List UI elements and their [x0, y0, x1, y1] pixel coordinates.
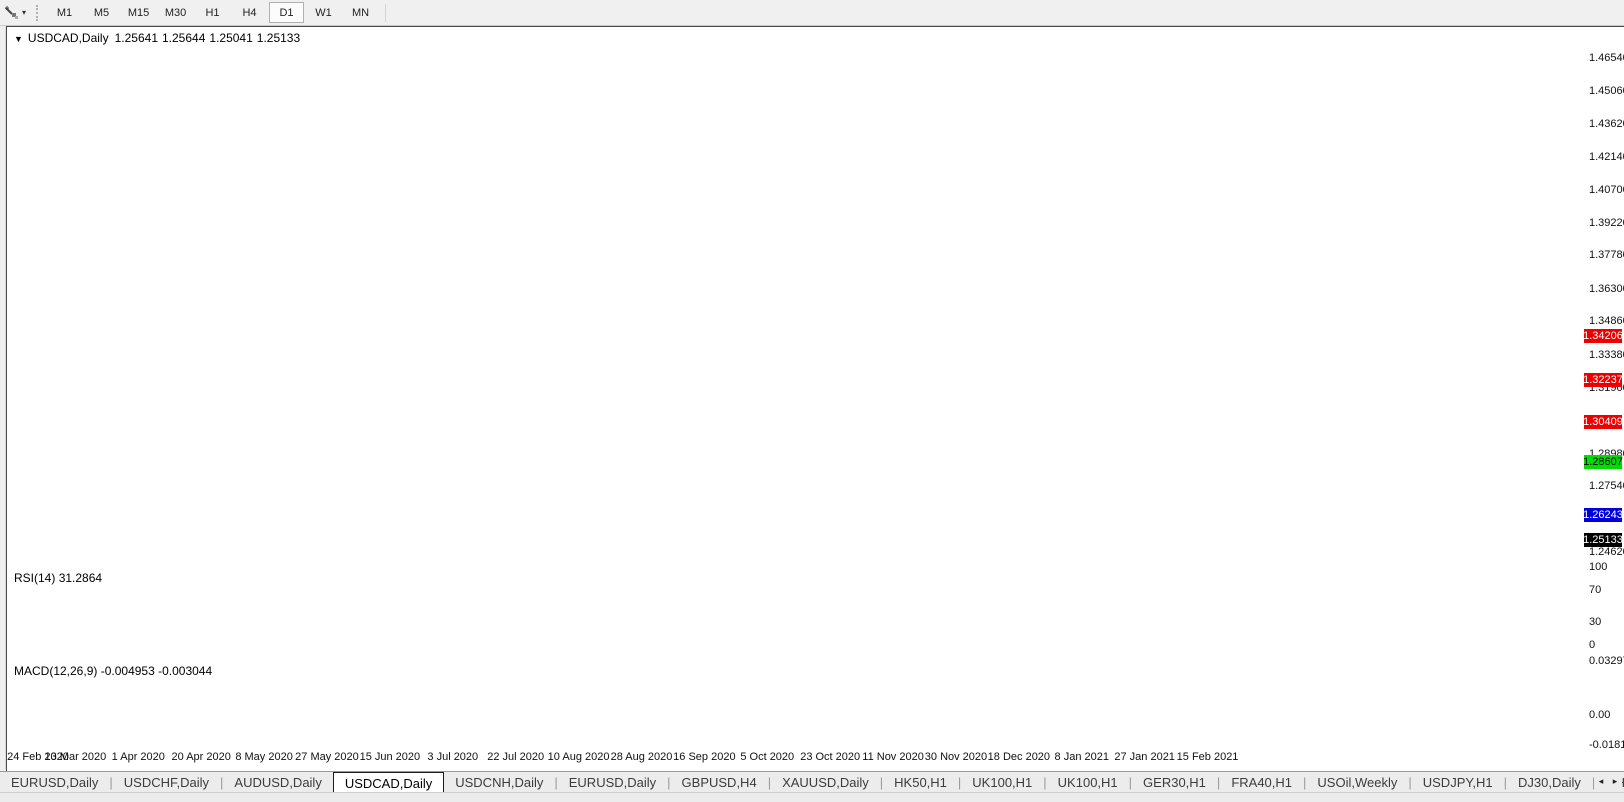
- date-tick-label: 18 Dec 2020: [987, 751, 1051, 763]
- rsi-tick-label: 100: [1589, 561, 1608, 573]
- chart-tab-audusd-daily[interactable]: AUDUSD,Daily: [223, 772, 332, 793]
- mt4-terminal: { "toolbar": { "tool_icon": "crosshair-c…: [0, 0, 1624, 802]
- chart-symbol-header: ▼ USDCAD,Daily 1.25641 1.25644 1.25041 1.2513…: [14, 31, 304, 45]
- chart-tab-uk100-h1[interactable]: UK100,H1: [1047, 772, 1129, 793]
- date-tick-label: 10 Aug 2020: [547, 751, 610, 763]
- macd-tick-label: -0.018154: [1589, 738, 1624, 751]
- chart-tab-usdchf-daily[interactable]: USDCHF,Daily: [113, 772, 220, 793]
- tab-scrollers: ◂ ▸: [1594, 772, 1622, 791]
- timeframe-button-w1[interactable]: W1: [306, 2, 341, 23]
- chart-tab-fra40-h1[interactable]: FRA40,H1: [1220, 772, 1303, 793]
- chart-tab-uk100-h1[interactable]: UK100,H1: [961, 772, 1043, 793]
- date-tick-label: 13 Mar 2020: [44, 751, 107, 763]
- chart-tab-bar: EURUSD,Daily | USDCHF,Daily | AUDUSD,Daily US…: [0, 771, 1624, 793]
- chart-tab-eurusd-daily[interactable]: EURUSD,Daily: [558, 772, 667, 793]
- date-tick-label: 11 Nov 2020: [862, 751, 924, 763]
- ohlc-high: 1.25644: [162, 31, 206, 45]
- chart-tab-usdcad-daily[interactable]: USDCAD,Daily: [332, 772, 445, 793]
- price-level-label: 1.34206: [1583, 328, 1623, 343]
- date-tick-label: 23 Oct 2020: [800, 751, 861, 763]
- date-tick-label: 15 Feb 2021: [1176, 751, 1239, 763]
- timeframe-button-h4[interactable]: H4: [232, 2, 267, 23]
- date-tick-label: 5 Oct 2020: [740, 751, 795, 763]
- price-level-label: 1.30409: [1583, 414, 1623, 429]
- status-strip: [0, 792, 1624, 802]
- timeframe-button-m30[interactable]: M30: [158, 2, 193, 23]
- date-tick-label: 27 May 2020: [295, 751, 359, 763]
- price-tick-label: 1.45060: [1589, 85, 1624, 98]
- chart-tab-usdcnh-daily[interactable]: USDCNH,Daily: [444, 772, 554, 793]
- date-tick-label: 15 Jun 2020: [359, 751, 421, 763]
- price-tick-label: 1.33380: [1589, 348, 1624, 361]
- chart-tab-gbpusd-h4[interactable]: GBPUSD,H4: [671, 772, 768, 793]
- timeframe-button-m15[interactable]: M15: [121, 2, 156, 23]
- ohlc-close: 1.25133: [256, 31, 301, 45]
- price-tick-label: 1.36300: [1589, 282, 1624, 295]
- date-tick-label: 27 Jan 2021: [1114, 751, 1175, 763]
- date-tick-label: 8 May 2020: [235, 751, 293, 763]
- ohlc-low: 1.25041: [209, 31, 253, 45]
- chart-tab-usoil-weekly[interactable]: USOil,Weekly: [1306, 772, 1408, 793]
- chart-tab-hk50-h1[interactable]: HK50,H1: [883, 772, 958, 793]
- price-tick-label: 1.37780: [1589, 249, 1624, 262]
- macd-values: -0.004953 -0.003044: [100, 664, 213, 678]
- macd-tick-label: 0.032972: [1589, 655, 1624, 667]
- price-tick-label: 1.24620: [1589, 545, 1624, 558]
- rsi-tick-label: 70: [1589, 584, 1602, 597]
- price-tick-label: 1.27540: [1589, 480, 1624, 493]
- price-level-label: 1.26243: [1583, 508, 1623, 523]
- crosshair-tool-button[interactable]: [4, 5, 20, 21]
- date-tick-label: 22 Jul 2020: [487, 751, 545, 763]
- price-level-label: 1.32237: [1583, 373, 1623, 388]
- macd-indicator-label: MACD(12,26,9) -0.004953 -0.003044: [14, 664, 213, 678]
- timeframe-button-m1[interactable]: M1: [47, 2, 82, 23]
- price-tick-label: 1.39220: [1589, 216, 1624, 229]
- price-tick-label: 1.34860: [1589, 315, 1624, 328]
- date-tick-label: 1 Apr 2020: [111, 751, 165, 763]
- date-tick-label: 28 Aug 2020: [610, 751, 673, 763]
- timeframe-button-mn[interactable]: MN: [343, 2, 378, 23]
- timeframe-button-d1[interactable]: D1: [269, 2, 305, 23]
- price-level-label: 1.25133: [1583, 533, 1623, 548]
- timeframe-toolbar: ▾ M1 M5 M15 M30 H1 H4 D1 W1 MN: [0, 0, 1624, 26]
- timeframe-button-h1[interactable]: H1: [195, 2, 230, 23]
- date-tick-label: 30 Nov 2020: [924, 751, 988, 763]
- date-tick-label: 3 Jul 2020: [427, 751, 479, 763]
- macd-tick-label: 0.00: [1589, 709, 1611, 721]
- price-tick-label: 1.46540: [1589, 51, 1624, 64]
- chart-window: [6, 26, 1624, 772]
- chart-tab-eurusd-daily[interactable]: EURUSD,Daily: [0, 772, 109, 793]
- chart-tab-ger30-h1[interactable]: GER30,H1: [1132, 772, 1217, 793]
- date-tick-label: 16 Sep 2020: [673, 751, 736, 763]
- date-tick-label: 20 Apr 2020: [171, 751, 231, 763]
- rsi-indicator-label: RSI(14) 31.2864: [14, 571, 103, 585]
- collapse-triangle-icon[interactable]: ▼: [14, 34, 23, 44]
- chart-tab-xauusd-daily[interactable]: XAUUSD,Daily: [771, 772, 880, 793]
- price-tick-label: 1.43620: [1589, 117, 1624, 130]
- crosshair-cursor-icon: [5, 5, 18, 19]
- timeframe-buttons: M1 M5 M15 M30 H1 H4 D1 W1 MN: [46, 2, 379, 23]
- rsi-tick-label: 0: [1589, 639, 1596, 651]
- toolbar-separator: [385, 3, 387, 22]
- toolbar-grip[interactable]: [36, 4, 39, 21]
- rsi-value: 31.2864: [58, 571, 103, 585]
- ohlc-open: 1.25641: [114, 31, 158, 45]
- chart-tab-usdjpy-h1[interactable]: USDJPY,H1: [1412, 772, 1504, 793]
- tab-scroll-left-icon[interactable]: ◂: [1594, 774, 1608, 790]
- symbol-name: USDCAD,Daily: [27, 31, 109, 45]
- timeframe-button-m5[interactable]: M5: [84, 2, 119, 23]
- price-level-label: 1.28607: [1583, 455, 1623, 470]
- tab-scroll-right-icon[interactable]: ▸: [1608, 774, 1622, 790]
- tool-dropdown-arrow[interactable]: ▾: [22, 8, 26, 17]
- date-tick-label: 8 Jan 2021: [1054, 751, 1109, 763]
- price-tick-label: 1.40700: [1589, 183, 1624, 196]
- price-tick-label: 1.42140: [1589, 151, 1624, 164]
- chart-tab-dj30-daily[interactable]: DJ30,Daily: [1507, 772, 1592, 793]
- rsi-tick-label: 30: [1589, 615, 1602, 628]
